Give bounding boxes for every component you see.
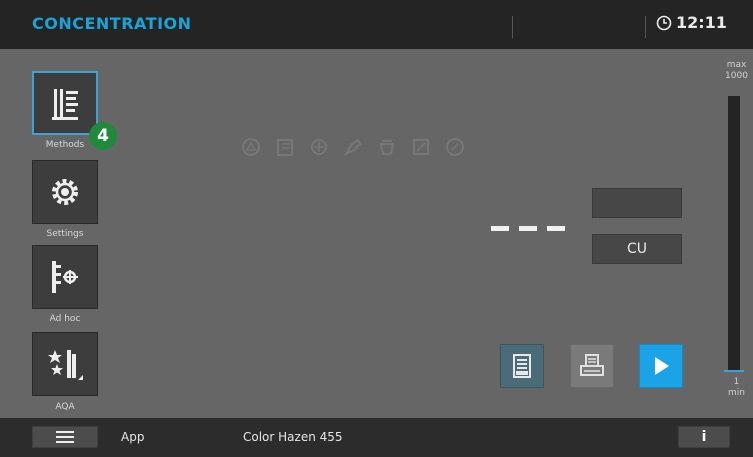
hamburger-icon xyxy=(56,431,74,443)
methods-button[interactable] xyxy=(32,71,98,135)
menu-button[interactable] xyxy=(32,426,98,448)
header-divider xyxy=(512,16,513,38)
scale-max: max 1000 xyxy=(720,60,753,82)
aqa-button[interactable] xyxy=(32,332,98,396)
status-icon-6 xyxy=(410,136,432,158)
status-icon-2 xyxy=(274,136,296,158)
header-divider xyxy=(645,16,646,38)
play-icon xyxy=(655,357,669,375)
printer-icon xyxy=(580,354,604,376)
status-icon-5 xyxy=(376,136,398,158)
scale-max-label: max xyxy=(726,60,747,70)
status-icon-1 xyxy=(240,136,262,158)
unit-button[interactable]: CU xyxy=(592,234,682,264)
clock: 12:11 xyxy=(656,13,727,32)
status-icon-4 xyxy=(342,136,364,158)
screen: CONCENTRATION 12:11 Methods 4 Settings A… xyxy=(0,0,753,457)
sidebar-item-label: AQA xyxy=(55,402,75,412)
clock-time: 12:11 xyxy=(676,13,727,32)
scale-bar xyxy=(728,96,740,372)
start-measurement-button[interactable] xyxy=(639,344,683,388)
status-icon-7 xyxy=(444,136,466,158)
test-name: Color Hazen 455 xyxy=(243,430,343,444)
title-bar: CONCENTRATION 12:11 xyxy=(0,0,753,49)
aqa-icon xyxy=(48,350,83,380)
status-icon-3 xyxy=(308,136,330,158)
adhoc-icon xyxy=(52,261,78,293)
sidebar-item-label: Settings xyxy=(46,229,84,239)
scale-min-value: 1 xyxy=(733,377,740,387)
result-placeholder xyxy=(491,226,565,231)
clock-icon xyxy=(656,15,672,30)
scale-max-value: 1000 xyxy=(725,71,748,81)
adhoc-button[interactable] xyxy=(32,245,98,309)
bottom-bar: App Color Hazen 455 i xyxy=(0,418,753,457)
scale-min: 1 min xyxy=(720,377,753,399)
scale-marker xyxy=(724,370,744,372)
settings-button[interactable] xyxy=(32,160,98,224)
gear-icon xyxy=(52,179,78,205)
data-log-button[interactable] xyxy=(500,344,544,388)
sidebar-item-label: Ad hoc xyxy=(49,314,81,324)
app-label: App xyxy=(121,430,145,444)
page-title: CONCENTRATION xyxy=(32,14,192,33)
info-button[interactable]: i xyxy=(678,426,730,448)
methods-icon xyxy=(52,89,78,120)
result-value-box xyxy=(592,188,682,218)
scale-min-label: min xyxy=(728,388,745,398)
status-icon-row xyxy=(240,136,466,158)
print-button[interactable] xyxy=(570,344,614,388)
document-icon xyxy=(513,354,531,378)
step-badge: 4 xyxy=(89,122,117,150)
